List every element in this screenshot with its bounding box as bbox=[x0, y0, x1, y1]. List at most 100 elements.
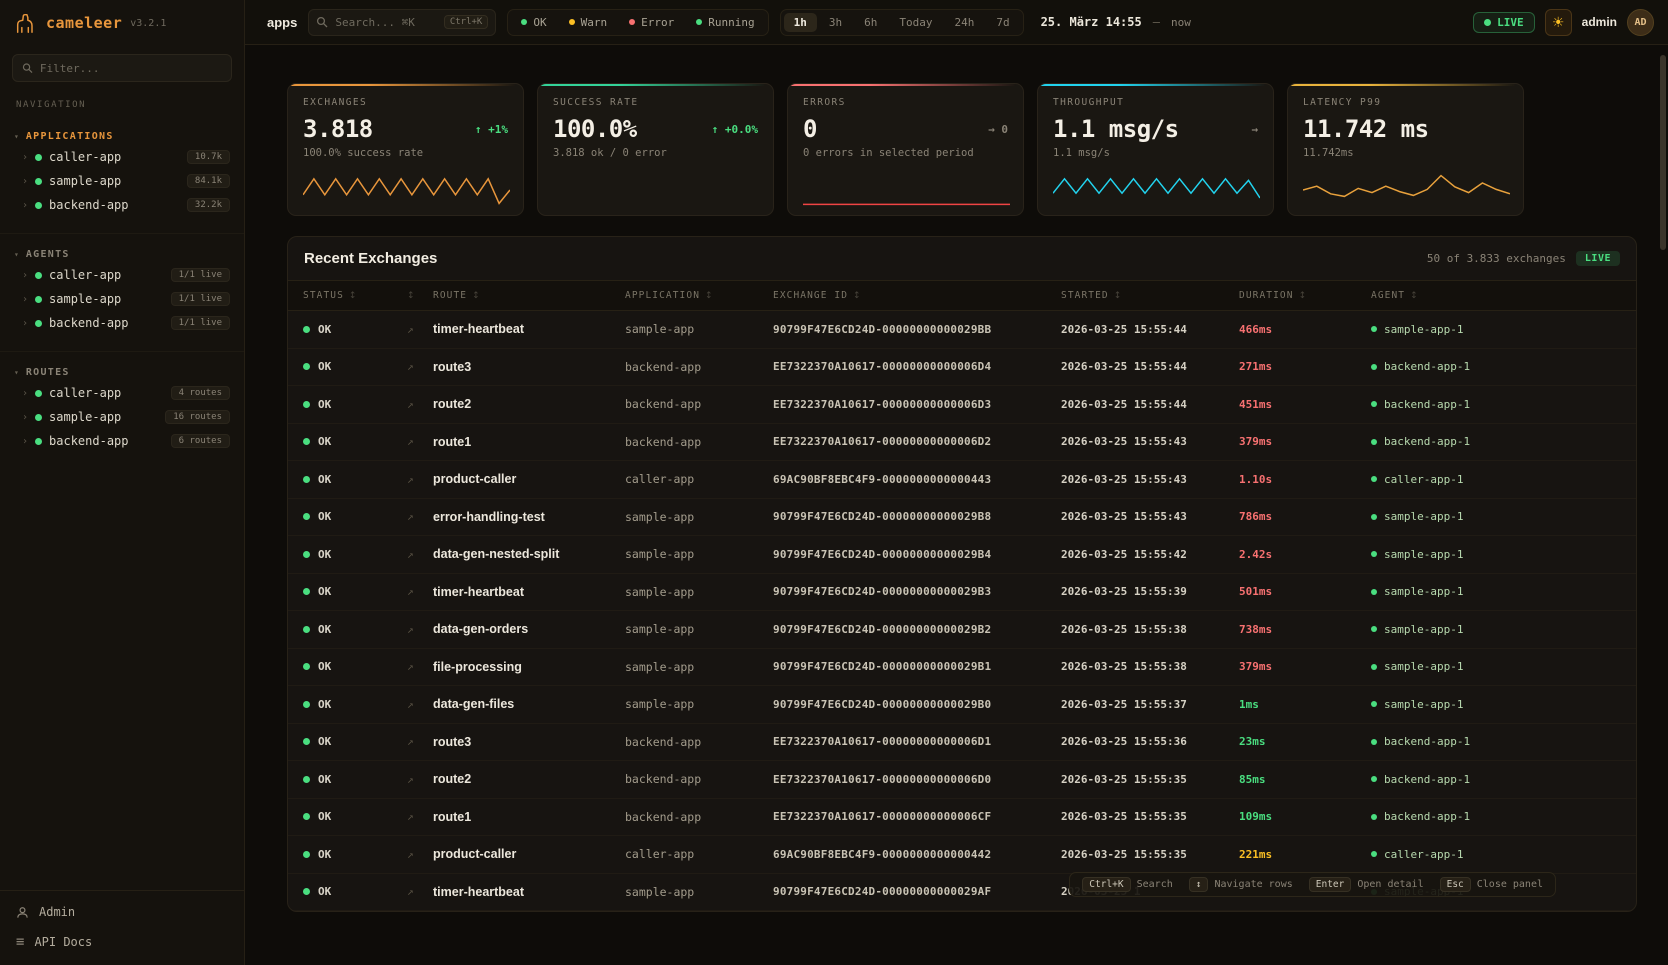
sidebar-section-title: AGENTS bbox=[26, 249, 70, 260]
filter-input[interactable] bbox=[40, 62, 222, 75]
sidebar-section-header[interactable]: ▾ AGENTS bbox=[0, 246, 244, 263]
started-cell: 2026-03-25 15:55:44 bbox=[1061, 398, 1239, 411]
table-row[interactable]: OK ↗ route1 backend-app EE7322370A10617-… bbox=[288, 424, 1636, 462]
time-range-button[interactable]: 7d bbox=[986, 13, 1019, 32]
column-header-status[interactable]: STATUS↕ bbox=[303, 290, 407, 301]
time-range-button[interactable]: 24h bbox=[944, 13, 984, 32]
column-header-link[interactable]: ↕ bbox=[407, 291, 433, 301]
stat-card-delta: ↑ +0.0% bbox=[712, 123, 758, 136]
card-accent-bar bbox=[288, 84, 523, 86]
table-row[interactable]: OK ↗ timer-heartbeat sample-app 90799F47… bbox=[288, 311, 1636, 349]
column-header-duration[interactable]: DURATION↕ bbox=[1239, 290, 1371, 301]
table-row[interactable]: OK ↗ route2 backend-app EE7322370A10617-… bbox=[288, 761, 1636, 799]
table-row[interactable]: OK ↗ data-gen-nested-split sample-app 90… bbox=[288, 536, 1636, 574]
scrollbar-thumb[interactable] bbox=[1660, 55, 1666, 250]
application-cell: sample-app bbox=[625, 622, 773, 636]
agent-status-dot bbox=[1371, 326, 1377, 332]
sidebar-item-api-docs[interactable]: ≡ API Docs bbox=[0, 927, 244, 957]
open-detail-icon[interactable]: ↗ bbox=[407, 510, 433, 523]
sidebar-item-badge: 16 routes bbox=[165, 410, 230, 424]
agent-cell: backend-app-1 bbox=[1371, 360, 1636, 373]
table-row[interactable]: OK ↗ data-gen-files sample-app 90799F47E… bbox=[288, 686, 1636, 724]
username: admin bbox=[1582, 15, 1617, 29]
search-box[interactable]: Search... ⌘K Ctrl+K bbox=[308, 9, 496, 36]
table-row[interactable]: OK ↗ route1 backend-app EE7322370A10617-… bbox=[288, 799, 1636, 837]
open-detail-icon[interactable]: ↗ bbox=[407, 773, 433, 786]
column-header-exchange-id[interactable]: EXCHANGE ID↕ bbox=[773, 290, 1061, 301]
table-row[interactable]: OK ↗ route3 backend-app EE7322370A10617-… bbox=[288, 349, 1636, 387]
application-cell: sample-app bbox=[625, 885, 773, 899]
status-dot bbox=[303, 813, 310, 820]
status-filter-chip[interactable]: OK bbox=[511, 13, 556, 32]
table-row[interactable]: OK ↗ file-processing sample-app 90799F47… bbox=[288, 649, 1636, 687]
sidebar-item-admin[interactable]: Admin bbox=[0, 897, 244, 927]
status-filter-chip[interactable]: Warn bbox=[559, 13, 618, 32]
sidebar-item[interactable]: › sample-app 16 routes bbox=[0, 405, 244, 429]
column-header-started[interactable]: STARTED↕ bbox=[1061, 290, 1239, 301]
open-detail-icon[interactable]: ↗ bbox=[407, 848, 433, 861]
open-detail-icon[interactable]: ↗ bbox=[407, 360, 433, 373]
open-detail-icon[interactable]: ↗ bbox=[407, 698, 433, 711]
time-range-button[interactable]: 1h bbox=[784, 13, 817, 32]
table-row[interactable]: OK ↗ product-caller caller-app 69AC90BF8… bbox=[288, 461, 1636, 499]
time-range-button[interactable]: Today bbox=[889, 13, 942, 32]
sidebar-item[interactable]: › backend-app 1/1 live bbox=[0, 311, 244, 335]
time-range-button[interactable]: 3h bbox=[819, 13, 852, 32]
column-header-route[interactable]: ROUTE↕ bbox=[433, 290, 625, 301]
time-range-button[interactable]: 6h bbox=[854, 13, 887, 32]
open-detail-icon[interactable]: ↗ bbox=[407, 623, 433, 636]
theme-toggle-button[interactable]: ☀ bbox=[1545, 9, 1572, 36]
table-row[interactable]: OK ↗ timer-heartbeat sample-app 90799F47… bbox=[288, 574, 1636, 612]
sidebar-section-header[interactable]: ▾ ROUTES bbox=[0, 364, 244, 381]
status-dot bbox=[303, 588, 310, 595]
avatar[interactable]: AD bbox=[1627, 9, 1654, 36]
application-cell: sample-app bbox=[625, 510, 773, 524]
stat-card-subtext: 3.818 ok / 0 error bbox=[553, 147, 758, 159]
sidebar-item[interactable]: › backend-app 32.2k bbox=[0, 193, 244, 217]
status-filter-chip[interactable]: Error bbox=[619, 13, 684, 32]
sidebar-item[interactable]: › sample-app 84.1k bbox=[0, 169, 244, 193]
table-row[interactable]: OK ↗ route2 backend-app EE7322370A10617-… bbox=[288, 386, 1636, 424]
column-header-agent[interactable]: AGENT↕ bbox=[1371, 290, 1636, 301]
open-detail-icon[interactable]: ↗ bbox=[407, 885, 433, 898]
status-dot bbox=[35, 154, 42, 161]
sidebar-item[interactable]: › backend-app 6 routes bbox=[0, 429, 244, 453]
status-filter-chip[interactable]: Running bbox=[686, 13, 764, 32]
open-detail-icon[interactable]: ↗ bbox=[407, 398, 433, 411]
sidebar-item[interactable]: › caller-app 1/1 live bbox=[0, 263, 244, 287]
open-detail-icon[interactable]: ↗ bbox=[407, 660, 433, 673]
open-detail-icon[interactable]: ↗ bbox=[407, 548, 433, 561]
sparkline bbox=[803, 170, 1010, 208]
now-button[interactable]: now bbox=[1171, 16, 1191, 29]
sidebar-filter[interactable] bbox=[12, 54, 232, 82]
duration-cell: 501ms bbox=[1239, 585, 1371, 598]
open-detail-icon[interactable]: ↗ bbox=[407, 473, 433, 486]
open-detail-icon[interactable]: ↗ bbox=[407, 810, 433, 823]
sidebar-item[interactable]: › sample-app 1/1 live bbox=[0, 287, 244, 311]
agent-label: backend-app-1 bbox=[1384, 773, 1470, 786]
table-row[interactable]: OK ↗ data-gen-orders sample-app 90799F47… bbox=[288, 611, 1636, 649]
live-badge[interactable]: LIVE bbox=[1473, 12, 1535, 33]
table-row[interactable]: OK ↗ route3 backend-app EE7322370A10617-… bbox=[288, 724, 1636, 762]
table-row[interactable]: OK ↗ product-caller caller-app 69AC90BF8… bbox=[288, 836, 1636, 874]
panel-title: Recent Exchanges bbox=[304, 250, 437, 267]
application-cell: backend-app bbox=[625, 360, 773, 374]
status-label: OK bbox=[318, 510, 331, 523]
card-accent-bar bbox=[788, 84, 1023, 86]
chevron-right-icon: › bbox=[22, 412, 28, 423]
sidebar-item[interactable]: › caller-app 4 routes bbox=[0, 381, 244, 405]
sidebar-section-header[interactable]: ▾ APPLICATIONS bbox=[0, 128, 244, 145]
column-header-application[interactable]: APPLICATION↕ bbox=[625, 290, 773, 301]
open-detail-icon[interactable]: ↗ bbox=[407, 735, 433, 748]
sidebar-item[interactable]: › caller-app 10.7k bbox=[0, 145, 244, 169]
started-cell: 2026-03-25 15:55:43 bbox=[1061, 435, 1239, 448]
started-cell: 2026-03-25 15:55:44 bbox=[1061, 323, 1239, 336]
live-badge[interactable]: LIVE bbox=[1576, 251, 1620, 266]
open-detail-icon[interactable]: ↗ bbox=[407, 585, 433, 598]
table-row[interactable]: OK ↗ error-handling-test sample-app 9079… bbox=[288, 499, 1636, 537]
open-detail-icon[interactable]: ↗ bbox=[407, 323, 433, 336]
started-cell: 2026-03-25 15:55:42 bbox=[1061, 548, 1239, 561]
agent-label: backend-app-1 bbox=[1384, 435, 1470, 448]
open-detail-icon[interactable]: ↗ bbox=[407, 435, 433, 448]
stat-card-value: 0 bbox=[803, 115, 817, 143]
